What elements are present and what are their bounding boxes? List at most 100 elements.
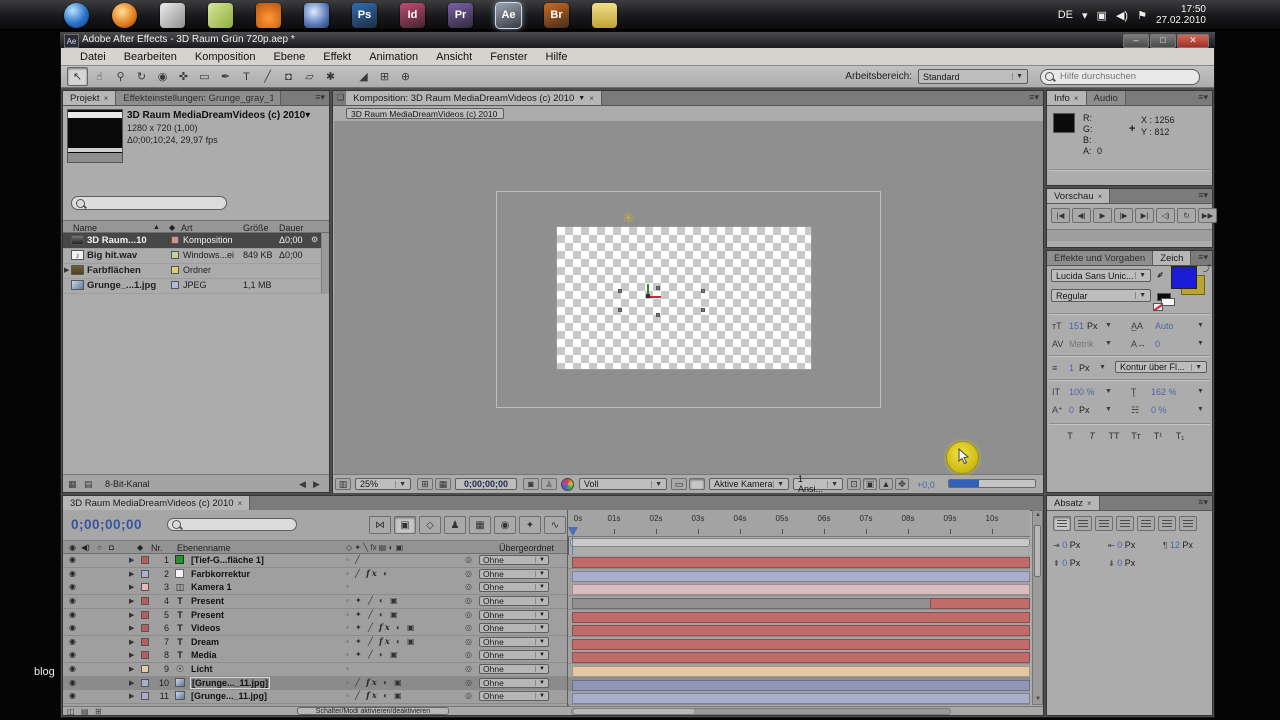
layer-duration-bar[interactable] [572, 680, 1030, 691]
type-tool[interactable]: T [237, 68, 256, 85]
menu-komposition[interactable]: Komposition [186, 51, 265, 63]
paragraph-row1-field-2[interactable]: ¶ 12 Px [1163, 540, 1193, 550]
safe-zones-icon[interactable]: ⊞ [417, 478, 433, 490]
project-item-name[interactable]: Grunge_...1.jpg [87, 280, 156, 291]
audio-button[interactable]: ◁) [1156, 208, 1175, 223]
layer-visibility-icon[interactable]: ◉ [69, 610, 76, 619]
layer-label-swatch[interactable] [141, 651, 149, 659]
kerning-value[interactable]: Metrik [1069, 339, 1094, 349]
tab-projekt[interactable]: Projekt× [63, 91, 116, 105]
flag-icon[interactable]: ⚑ [1137, 9, 1147, 22]
world-axis-mode-icon[interactable]: ⊞ [375, 68, 394, 85]
parent-select[interactable]: Ohne▼ [479, 637, 549, 647]
create-folder-icon[interactable]: ▤ [84, 479, 93, 490]
layer-duration-bar[interactable] [572, 625, 1030, 636]
expand-arrow-icon[interactable]: ▶ [129, 611, 134, 619]
fill-color-swatch[interactable] [1171, 266, 1197, 289]
anchor-point[interactable] [646, 294, 650, 298]
faux-style-button-3[interactable]: Tᴛ [1127, 429, 1145, 441]
help-search[interactable] [1040, 69, 1200, 85]
channel-icon[interactable] [561, 478, 574, 491]
leading-arrow-icon[interactable]: ▼ [1197, 322, 1204, 329]
taskbar-icon-virtualbox[interactable] [304, 3, 329, 28]
anchor-marker-icon[interactable]: ✳ [622, 209, 635, 227]
label-column-icon[interactable]: ◆ [169, 223, 175, 232]
expand-layer-switches-icon[interactable]: ◫ [67, 707, 75, 716]
faux-style-button-0[interactable]: T [1061, 429, 1079, 441]
layer-row[interactable]: ◉▶5TPresent◦ ✦ ╱ ◐ ▣◎Ohne▼ [63, 609, 567, 623]
layer-name[interactable]: [Grunge..._11.jpg] [191, 678, 269, 688]
layer-switches[interactable]: ◦ ✦ ╱ fx ◐ ▣ [346, 637, 417, 647]
parent-select[interactable]: Ohne▼ [479, 569, 549, 579]
paragraph-row2-field-0[interactable]: ⇞ 0 Px [1053, 558, 1080, 568]
tab-vorschau[interactable]: Vorschau× [1047, 189, 1110, 203]
layer-name[interactable]: Kamera 1 [191, 582, 232, 592]
justify-last-left-button[interactable] [1116, 516, 1134, 531]
expand-arrow-icon[interactable]: ▶ [129, 638, 134, 646]
panel-menu-icon[interactable]: ≡▾ [1198, 496, 1212, 510]
column-name[interactable]: Name [73, 223, 97, 233]
taskbar-icon-indesign[interactable]: Id [400, 3, 425, 28]
play-button[interactable]: ▶ [1093, 208, 1112, 223]
pixel-aspect-icon[interactable]: ⊡ [847, 478, 861, 490]
parent-select[interactable]: Ohne▼ [479, 610, 549, 620]
layer-row[interactable]: ◉▶1[Tief-G...fläche 1]◦ ╱◎Ohne▼ [63, 554, 567, 568]
layer-track[interactable] [568, 555, 1030, 569]
parent-link-icon[interactable]: ◎ [465, 569, 472, 578]
menu-fenster[interactable]: Fenster [481, 51, 536, 63]
exposure-value[interactable]: +0,0 [917, 480, 935, 490]
tracking-value[interactable]: 0 [1155, 339, 1160, 349]
language-indicator[interactable]: DE [1058, 9, 1073, 21]
layer-label-swatch[interactable] [141, 556, 149, 564]
camera-select[interactable]: Aktive Kamera▼ [709, 478, 789, 490]
comp-timecode[interactable]: 0;00;00;00 [455, 478, 517, 490]
magnification-select[interactable]: 25%▼ [355, 478, 411, 490]
project-row[interactable]: ♪Big hit.wavWindows...ei849 KBΔ0;00 [63, 248, 329, 264]
project-list-header[interactable]: Name ▲ ◆ Art Größe Dauer [63, 220, 329, 233]
parent-link-icon[interactable]: ◎ [465, 623, 472, 632]
selection-handle[interactable] [618, 289, 622, 293]
layer-visibility-icon[interactable]: ◉ [69, 691, 76, 700]
taskbar-icon-photoshop[interactable]: Ps [352, 3, 377, 28]
clone-stamp-tool[interactable]: ◘ [279, 68, 298, 85]
expand-arrow-icon[interactable]: ▶ [129, 679, 134, 687]
graph-editor-button[interactable]: ∿ [544, 516, 566, 534]
no-fill-swatch[interactable] [1153, 303, 1163, 311]
column-nr[interactable]: Nr. [151, 543, 163, 553]
timeline-vscroll-thumb[interactable] [1034, 525, 1041, 577]
comp-nav-chip[interactable]: 3D Raum MediaDreamVideos (c) 2010 [346, 108, 504, 119]
work-area-bar[interactable] [570, 538, 1030, 547]
layer-visibility-icon[interactable]: ◉ [69, 623, 76, 632]
project-item-name[interactable]: Big hit.wav [87, 250, 137, 261]
layer-duration-bar[interactable] [572, 652, 1030, 663]
layer-track[interactable] [568, 596, 1030, 610]
zoom-tool[interactable]: ⚲ [111, 68, 130, 85]
timeline-vscroll[interactable]: ▲ ▼ [1032, 510, 1043, 705]
layer-visibility-icon[interactable]: ◉ [69, 637, 76, 646]
baseline-shift-arrow-icon[interactable]: ▼ [1105, 406, 1112, 413]
parent-link-icon[interactable]: ◎ [465, 664, 472, 673]
menu-hilfe[interactable]: Hilfe [537, 51, 577, 63]
live-update-button[interactable]: ▣ [394, 516, 416, 534]
layer-visibility-icon[interactable]: ◉ [69, 678, 76, 687]
column-parent[interactable]: Übergeordnet [499, 543, 554, 553]
project-row[interactable]: 3D Raum...10KompositionΔ0;00⚙ [63, 233, 329, 249]
loop-button[interactable]: ↻ [1177, 208, 1196, 223]
taskbar-icon-notes[interactable] [208, 3, 233, 28]
always-preview-icon[interactable]: ▥ [335, 478, 351, 490]
x-axis-handle[interactable] [649, 296, 661, 298]
tab-absatz[interactable]: Absatz× [1047, 496, 1100, 510]
exposure-slider[interactable] [948, 479, 1036, 488]
parent-link-icon[interactable]: ◎ [465, 637, 472, 646]
brush-tool[interactable]: ╱ [258, 68, 277, 85]
timeline-search[interactable] [167, 518, 297, 531]
layer-switches[interactable]: ◦ ╱ [346, 555, 362, 564]
layer-track[interactable] [568, 569, 1030, 583]
justify-last-right-button[interactable] [1158, 516, 1176, 531]
label-color-swatch[interactable] [171, 251, 179, 259]
expand-arrow-icon[interactable]: ▶ [129, 597, 134, 605]
column-layer-name[interactable]: Ebenenname [177, 543, 231, 553]
swap-colors-icon[interactable]: ⤴ [1203, 263, 1211, 274]
timeline-timecode[interactable]: 0;00;00;00 [71, 517, 142, 532]
layer-label-swatch[interactable] [141, 679, 149, 687]
